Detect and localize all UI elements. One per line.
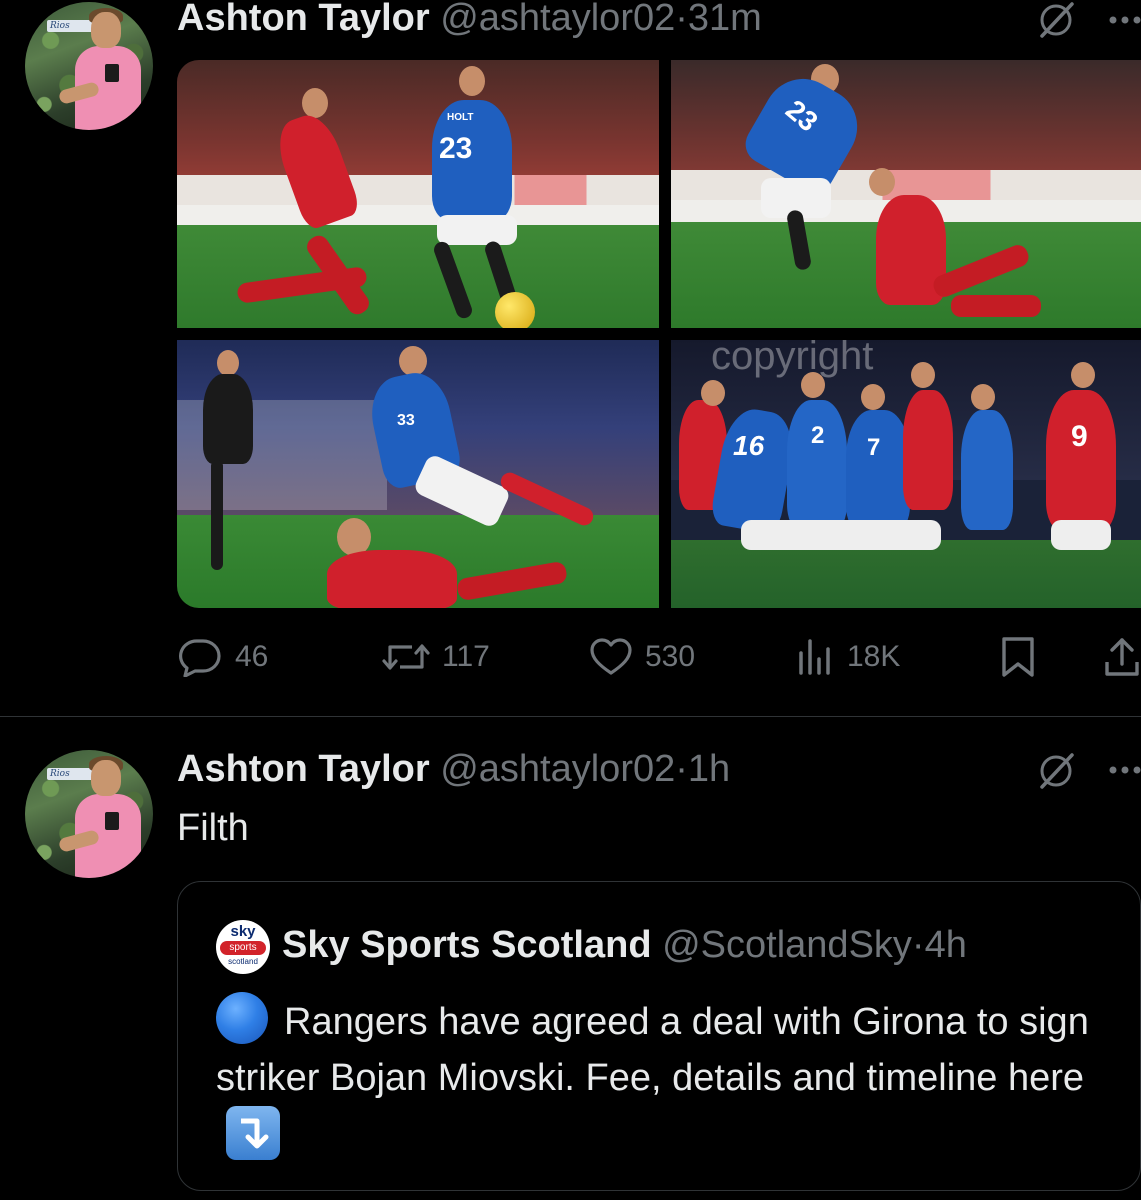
football bbox=[495, 292, 535, 328]
photo-1[interactable]: 23 HOLT bbox=[177, 60, 659, 328]
avatar[interactable]: Rios bbox=[25, 750, 153, 878]
reply-count: 46 bbox=[235, 640, 269, 673]
shirt-number: 9 bbox=[1071, 420, 1088, 453]
logo-sports-text: sports bbox=[220, 941, 266, 955]
photo-3[interactable]: 33 bbox=[177, 340, 659, 608]
photo-4[interactable]: copyright 16 2 7 9 bbox=[671, 340, 1141, 608]
quote-tweet-card[interactable]: sky sports scotland Sky Sports Scotland … bbox=[177, 881, 1141, 1191]
avatar-head bbox=[91, 12, 121, 48]
like-count: 530 bbox=[645, 640, 696, 673]
quote-header: Sky Sports Scotland @ScotlandSky·4h bbox=[282, 922, 967, 968]
share-button[interactable] bbox=[1103, 632, 1141, 682]
separator-dot: · bbox=[675, 0, 688, 39]
grok-icon[interactable] bbox=[1036, 0, 1076, 40]
quote-author-name: Sky Sports Scotland bbox=[282, 924, 652, 966]
quote-author-handle: @ScotlandSky bbox=[662, 924, 912, 966]
grok-icon[interactable] bbox=[1036, 751, 1076, 791]
quote-text-block: Rangers have agreed a deal with Girona t… bbox=[216, 992, 1116, 1166]
avatar-sign: Rios bbox=[47, 768, 96, 780]
tweet-text: Filth bbox=[177, 807, 249, 849]
timestamp[interactable]: 31m bbox=[688, 0, 762, 39]
reply-button[interactable]: 46 bbox=[177, 632, 268, 682]
heart-icon bbox=[590, 638, 632, 675]
tweet-header: Ashton Taylor @ashtaylor02·31m bbox=[177, 0, 762, 40]
quote-timestamp: 4h bbox=[924, 924, 967, 966]
sky-sports-logo[interactable]: sky sports scotland bbox=[216, 920, 270, 974]
tweet[interactable]: Rios Ashton Taylor @ashtaylor02·1h Filth… bbox=[0, 717, 1141, 1200]
view-count: 18K bbox=[847, 640, 901, 673]
views-button[interactable]: 18K bbox=[795, 632, 900, 682]
tweet-header: Ashton Taylor @ashtaylor02·1h bbox=[177, 747, 730, 791]
timestamp[interactable]: 1h bbox=[688, 748, 730, 790]
bookmark-icon bbox=[1002, 637, 1034, 677]
author-handle[interactable]: @ashtaylor02 bbox=[440, 0, 675, 39]
more-icon[interactable] bbox=[1108, 15, 1141, 25]
media-grid[interactable]: 23 HOLT 23 33 copyright 16 2 7 9 bbox=[177, 60, 1141, 608]
logo-scotland-text: scotland bbox=[228, 957, 258, 966]
shirt-number: 7 bbox=[867, 434, 881, 461]
retweet-icon bbox=[382, 644, 430, 670]
arrow-down-right-icon bbox=[226, 1106, 280, 1160]
like-button[interactable]: 530 bbox=[589, 632, 695, 682]
blue-circle-icon bbox=[216, 992, 268, 1044]
shirt-number: 16 bbox=[733, 430, 765, 461]
photo-watermark: copyright bbox=[711, 340, 874, 378]
shirt-number: 23 bbox=[439, 132, 473, 165]
logo-sky-text: sky bbox=[230, 923, 256, 940]
tweet[interactable]: Rios Ashton Taylor @ashtaylor02·31m 23 H… bbox=[0, 0, 1141, 717]
avatar-head bbox=[91, 760, 121, 796]
speech-bubble-icon bbox=[179, 639, 221, 677]
retweet-button[interactable]: 117 bbox=[382, 632, 490, 682]
avatar[interactable]: Rios bbox=[25, 2, 153, 130]
author-name[interactable]: Ashton Taylor bbox=[177, 0, 430, 39]
author-name[interactable]: Ashton Taylor bbox=[177, 748, 430, 790]
separator-dot: · bbox=[675, 748, 688, 790]
separator-dot: · bbox=[911, 924, 925, 966]
tweet-actions: 46 117 530 18K bbox=[177, 632, 1141, 682]
shirt-name: HOLT bbox=[447, 112, 474, 123]
shirt-number: 2 bbox=[811, 422, 825, 449]
photo-2[interactable]: 23 bbox=[671, 60, 1141, 328]
author-handle[interactable]: @ashtaylor02 bbox=[440, 748, 675, 790]
retweet-count: 117 bbox=[442, 640, 490, 673]
bar-chart-icon bbox=[799, 639, 830, 675]
bookmark-button[interactable] bbox=[1000, 632, 1036, 682]
quote-text: Rangers have agreed a deal with Girona t… bbox=[216, 1001, 1089, 1099]
shirt-number: 33 bbox=[397, 412, 415, 429]
avatar-sign: Rios bbox=[47, 20, 96, 32]
share-icon bbox=[1105, 638, 1139, 676]
more-icon[interactable] bbox=[1108, 765, 1141, 775]
